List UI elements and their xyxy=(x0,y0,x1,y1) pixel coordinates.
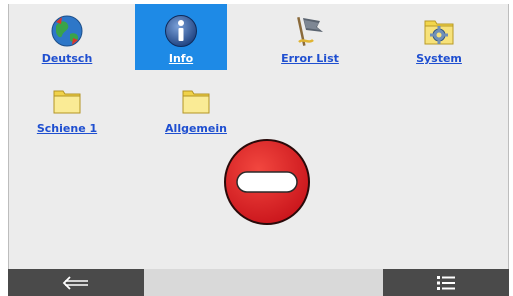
tile-info[interactable]: Info xyxy=(135,4,227,70)
tile-allgemein[interactable]: Allgemein xyxy=(150,74,242,140)
main-screen: Deutsch Info Error List System Schiene 1… xyxy=(8,4,509,269)
tile-system[interactable]: System xyxy=(393,4,485,70)
bottom-bar xyxy=(8,269,509,296)
tile-error-list[interactable]: Error List xyxy=(264,4,356,70)
tile-deutsch[interactable]: Deutsch xyxy=(21,4,113,70)
globe-icon xyxy=(51,15,83,47)
tile-label: Schiene 1 xyxy=(36,122,98,135)
tile-schiene-1[interactable]: Schiene 1 xyxy=(21,74,113,140)
list-icon xyxy=(437,275,455,290)
back-arrow-icon xyxy=(62,275,88,290)
tile-label: Info xyxy=(168,52,194,65)
info-icon xyxy=(165,15,197,47)
no-entry-icon xyxy=(224,139,310,225)
gear-folder-icon xyxy=(424,20,454,45)
menu-button[interactable] xyxy=(383,269,509,296)
tile-label: Allgemein xyxy=(165,122,227,135)
tile-label: System xyxy=(416,52,462,65)
tile-label: Deutsch xyxy=(41,52,93,65)
folder-icon xyxy=(182,90,210,114)
back-button[interactable] xyxy=(8,269,144,296)
tile-label: Error List xyxy=(281,52,339,65)
folder-icon xyxy=(53,90,81,114)
flag-icon xyxy=(297,16,323,46)
